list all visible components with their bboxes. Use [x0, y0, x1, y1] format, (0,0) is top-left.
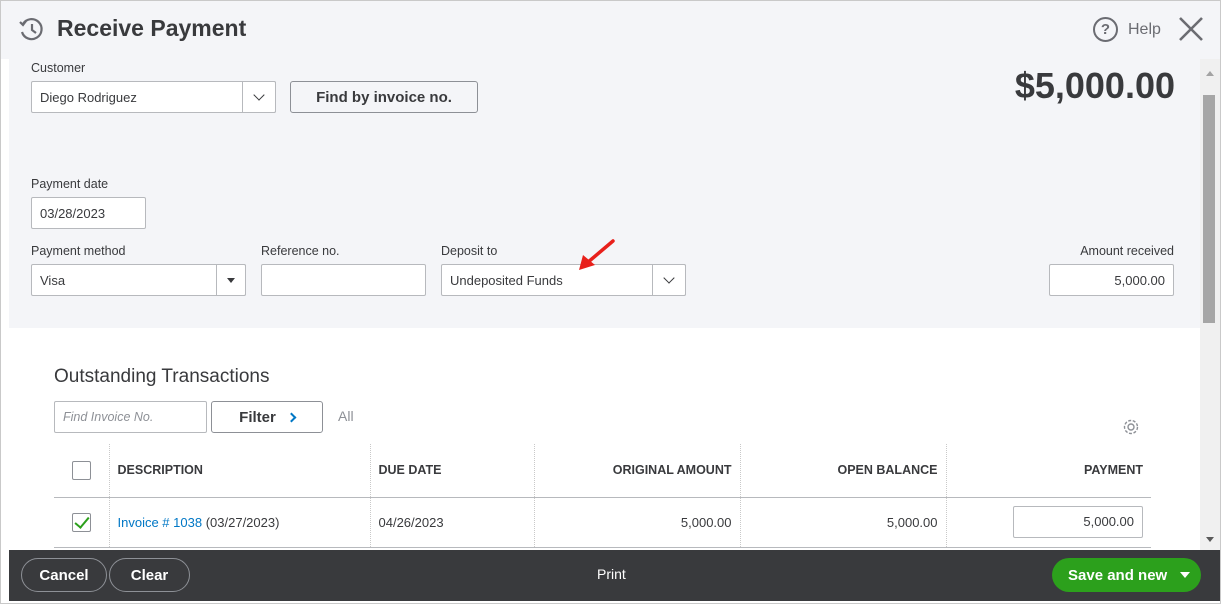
table-row: Invoice # 1038 (03/27/2023) 04/26/2023 5… — [54, 497, 1151, 548]
help-icon: ? — [1093, 17, 1118, 42]
receive-payment-window: Receive Payment ? Help Customer Diego Ro… — [0, 0, 1221, 604]
column-header-payment[interactable]: PAYMENT — [946, 444, 1151, 498]
deposit-to-dropdown-button[interactable] — [652, 264, 686, 296]
customer-value: Diego Rodriguez — [40, 89, 137, 105]
amount-received-value: 5,000.00 — [1114, 272, 1165, 288]
amount-received-input[interactable]: 5,000.00 — [1049, 264, 1174, 296]
payment-date-field[interactable]: 03/28/2023 — [31, 197, 146, 229]
payment-method-select[interactable]: Visa — [31, 264, 246, 296]
help-button[interactable]: ? Help — [1093, 17, 1161, 42]
column-header-original-amount[interactable]: ORIGINAL AMOUNT — [534, 444, 741, 498]
deposit-to-label: Deposit to — [441, 244, 498, 258]
payment-method-label: Payment method — [31, 244, 126, 258]
reference-input[interactable] — [261, 264, 426, 296]
page-title: Receive Payment — [57, 15, 247, 41]
description-cell: Invoice # 1038 (03/27/2023) — [109, 497, 371, 548]
chevron-right-icon — [286, 412, 297, 422]
close-icon[interactable] — [1177, 15, 1205, 43]
row-checkbox[interactable] — [71, 512, 91, 532]
outstanding-transactions-section: Outstanding Transactions Find Invoice No… — [9, 328, 1200, 550]
help-label: Help — [1128, 20, 1161, 38]
chevron-down-icon — [663, 272, 675, 284]
payment-cell: 5,000.00 — [946, 497, 1151, 548]
customer-dropdown-button[interactable] — [242, 81, 276, 113]
clear-button[interactable]: Clear — [109, 558, 190, 592]
header: Receive Payment ? Help — [1, 1, 1220, 59]
filter-status-text: All — [338, 408, 354, 424]
customer-select[interactable]: Diego Rodriguez — [31, 81, 276, 113]
payment-method-dropdown-button[interactable] — [216, 264, 246, 296]
row-checkbox-cell — [54, 497, 110, 548]
due-date-cell: 04/26/2023 — [370, 497, 535, 548]
scroll-down-icon[interactable] — [1206, 537, 1214, 542]
section-title: Outstanding Transactions — [54, 366, 270, 387]
payment-details-panel: Customer Diego Rodriguez Find by invoice… — [9, 59, 1200, 328]
payment-date-value: 03/28/2023 — [40, 205, 106, 221]
scrollbar-thumb[interactable] — [1203, 95, 1215, 323]
deposit-to-select[interactable]: Undeposited Funds — [441, 264, 686, 296]
filter-button[interactable]: Filter — [211, 401, 323, 433]
payment-input[interactable]: 5,000.00 — [1013, 506, 1143, 538]
payment-method-value: Visa — [40, 272, 66, 288]
amount-total-display: $5,000.00 — [1014, 65, 1175, 106]
column-header-due-date[interactable]: DUE DATE — [370, 444, 535, 498]
original-amount-cell: 5,000.00 — [534, 497, 741, 548]
transactions-table: DESCRIPTION DUE DATE ORIGINAL AMOUNT OPE… — [54, 444, 1151, 548]
save-and-new-label: Save and new — [1068, 566, 1168, 584]
table-header-row: DESCRIPTION DUE DATE ORIGINAL AMOUNT OPE… — [54, 444, 1151, 498]
save-and-new-button[interactable]: Save and new — [1052, 558, 1201, 592]
gear-icon[interactable] — [1121, 417, 1141, 437]
caret-down-icon — [227, 277, 235, 283]
find-by-invoice-button[interactable]: Find by invoice no. — [290, 81, 478, 113]
column-header-description[interactable]: DESCRIPTION — [109, 444, 371, 498]
footer-bar: Cancel Clear Print Save and new — [9, 550, 1220, 601]
invoice-date: (03/27/2023) — [205, 514, 280, 530]
caret-down-icon[interactable] — [1180, 572, 1190, 578]
cancel-button[interactable]: Cancel — [21, 558, 107, 592]
reference-label: Reference no. — [261, 244, 340, 258]
filter-label: Filter — [239, 408, 276, 426]
find-invoice-input[interactable]: Find Invoice No. — [54, 401, 207, 433]
customer-label: Customer — [31, 61, 86, 75]
select-all-header — [54, 444, 110, 498]
open-balance-cell: 5,000.00 — [740, 497, 947, 548]
invoice-link[interactable]: Invoice # 1038 — [118, 515, 203, 530]
amount-received-label: Amount received — [1080, 244, 1174, 258]
column-header-open-balance[interactable]: OPEN BALANCE — [740, 444, 947, 498]
payment-date-label: Payment date — [31, 177, 109, 191]
vertical-scrollbar[interactable] — [1200, 59, 1220, 550]
print-button[interactable]: Print — [597, 566, 626, 582]
deposit-to-value: Undeposited Funds — [450, 272, 563, 288]
annotation-arrow-icon — [579, 239, 615, 270]
select-all-checkbox[interactable] — [71, 460, 91, 480]
recent-history-icon[interactable] — [18, 16, 46, 44]
chevron-down-icon — [253, 89, 265, 101]
scroll-up-icon[interactable] — [1206, 71, 1214, 76]
